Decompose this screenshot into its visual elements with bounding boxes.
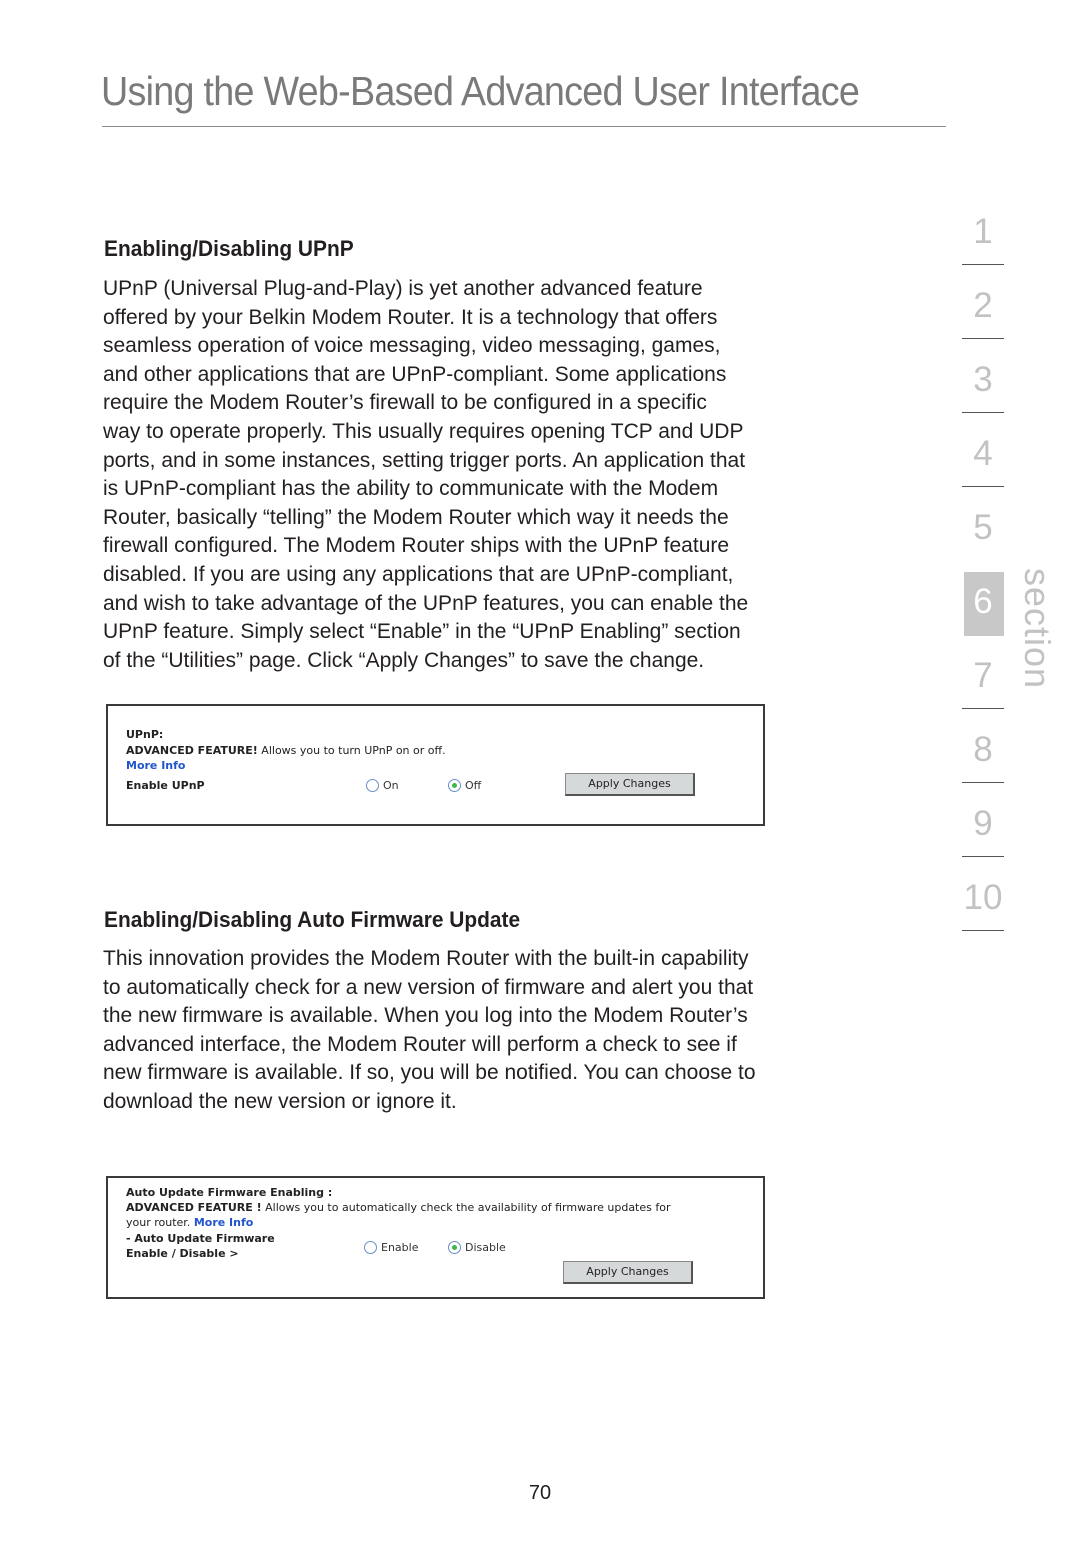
paragraph-line: UPnP feature. Simply select “Enable” in … bbox=[103, 620, 741, 644]
section-nav-item-2[interactable]: 2 bbox=[962, 286, 1004, 326]
firmware-radio-enable[interactable]: Enable bbox=[364, 1240, 418, 1254]
section-nav-item-5[interactable]: 5 bbox=[962, 508, 1004, 548]
section-nav-item-4[interactable]: 4 bbox=[962, 434, 1004, 474]
section-nav-divider bbox=[962, 708, 1004, 709]
paragraph-line: offered by your Belkin Modem Router. It … bbox=[103, 305, 718, 329]
paragraph-line: and wish to take advantage of the UPnP f… bbox=[103, 591, 749, 615]
advanced-feature-label: ADVANCED FEATURE! bbox=[126, 744, 258, 757]
paragraph-line: and other applications that are UPnP-com… bbox=[103, 362, 727, 386]
firmware-panel-title: Auto Update Firmware Enabling : bbox=[126, 1186, 333, 1199]
section-nav-number: 10 bbox=[963, 878, 1003, 917]
page-number: 70 bbox=[528, 1482, 552, 1504]
title-divider bbox=[102, 126, 946, 127]
paragraph-line: new firmware is available. If so, you wi… bbox=[103, 1061, 756, 1085]
section-nav-number: 7 bbox=[973, 656, 993, 695]
section-nav-item-1[interactable]: 1 bbox=[962, 212, 1004, 252]
section-nav-divider bbox=[962, 412, 1004, 413]
upnp-panel-title: UPnP: bbox=[126, 728, 164, 741]
advanced-feature-text: Allows you to automatically check the av… bbox=[261, 1201, 671, 1214]
enable-disable-label: Enable / Disable > bbox=[126, 1247, 239, 1260]
radio-disable-selected-icon[interactable] bbox=[448, 1240, 461, 1254]
upnp-radio-off[interactable]: Off bbox=[448, 778, 481, 792]
firmware-more-info-link[interactable]: More Info bbox=[194, 1216, 254, 1229]
paragraph-line: UPnP (Universal Plug-and-Play) is yet an… bbox=[103, 277, 703, 300]
firmware-settings-screenshot: Auto Update Firmware Enabling : ADVANCED… bbox=[106, 1176, 765, 1299]
section-nav-number: 3 bbox=[973, 360, 993, 399]
radio-off-selected-icon[interactable] bbox=[448, 778, 461, 792]
firmware-paragraph: This innovation provides the Modem Route… bbox=[103, 945, 756, 1117]
paragraph-line: download the new version or ignore it. bbox=[103, 1089, 457, 1113]
section-nav-item-7[interactable]: 7 bbox=[962, 656, 1004, 696]
paragraph-line: ports, and in some instances, setting tr… bbox=[103, 448, 746, 472]
section-nav-divider bbox=[962, 782, 1004, 783]
paragraph-line: Router, basically “telling” the Modem Ro… bbox=[103, 505, 729, 529]
section-nav-number: 1 bbox=[973, 212, 993, 251]
section-nav-item-8[interactable]: 8 bbox=[962, 730, 1004, 770]
advanced-feature-text: Allows you to turn UPnP on or off. bbox=[257, 744, 446, 757]
section-nav-item-10[interactable]: 10 bbox=[962, 878, 1004, 918]
upnp-paragraph: UPnP (Universal Plug-and-Play) is yet an… bbox=[103, 275, 748, 675]
enable-upnp-label: Enable UPnP bbox=[126, 779, 205, 792]
section-nav-number: 5 bbox=[973, 508, 993, 547]
section-nav-item-3[interactable]: 3 bbox=[962, 360, 1004, 400]
auto-update-label: - Auto Update Firmware bbox=[126, 1232, 275, 1245]
upnp-apply-changes-button[interactable]: Apply Changes bbox=[565, 773, 695, 796]
firmware-panel-description: ADVANCED FEATURE ! Allows you to automat… bbox=[126, 1201, 671, 1214]
section-nav-divider bbox=[962, 264, 1004, 265]
upnp-panel-description: ADVANCED FEATURE! Allows you to turn UPn… bbox=[126, 744, 446, 757]
upnp-settings-screenshot: UPnP: ADVANCED FEATURE! Allows you to tu… bbox=[106, 704, 765, 826]
paragraph-line: firewall configured. The Modem Router sh… bbox=[103, 534, 730, 558]
paragraph-line: advanced interface, the Modem Router wil… bbox=[103, 1032, 737, 1056]
paragraph-line: of the “Utilities” page. Click “Apply Ch… bbox=[103, 648, 705, 672]
paragraph-line: is UPnP-compliant has the ability to com… bbox=[103, 477, 719, 501]
upnp-more-info-link[interactable]: More Info bbox=[126, 759, 186, 772]
paragraph-line: seamless operation of voice messaging, v… bbox=[103, 334, 721, 358]
section-nav-divider bbox=[962, 930, 1004, 931]
section-heading-upnp: Enabling/Disabling UPnP bbox=[104, 236, 354, 261]
paragraph-line: disabled. If you are using any applicati… bbox=[103, 562, 734, 586]
section-nav-number: 4 bbox=[973, 434, 993, 473]
section-nav-divider bbox=[962, 338, 1004, 339]
radio-on-icon[interactable] bbox=[366, 778, 379, 792]
paragraph-line: This innovation provides the Modem Route… bbox=[103, 947, 749, 970]
section-nav-divider bbox=[962, 856, 1004, 857]
firmware-radio-disable[interactable]: Disable bbox=[448, 1240, 506, 1254]
radio-enable-icon[interactable] bbox=[364, 1240, 377, 1254]
section-nav-item-6[interactable]: 6 bbox=[962, 582, 1004, 622]
section-heading-firmware: Enabling/Disabling Auto Firmware Update bbox=[104, 907, 521, 932]
description-text: your router. bbox=[126, 1216, 194, 1229]
paragraph-line: the new firmware is available. When you … bbox=[103, 1004, 748, 1028]
upnp-radio-on[interactable]: On bbox=[366, 778, 399, 792]
section-nav-number: 2 bbox=[973, 286, 993, 325]
paragraph-line: require the Modem Router’s firewall to b… bbox=[103, 391, 707, 415]
section-nav-number: 8 bbox=[973, 730, 993, 769]
section-nav-divider bbox=[962, 486, 1004, 487]
section-label: section bbox=[1017, 568, 1058, 690]
section-nav-number: 6 bbox=[973, 582, 993, 621]
section-nav-number: 9 bbox=[973, 804, 993, 843]
firmware-apply-changes-button[interactable]: Apply Changes bbox=[563, 1261, 693, 1284]
paragraph-line: to automatically check for a new version… bbox=[103, 975, 754, 999]
firmware-panel-description-cont: your router. More Info bbox=[126, 1216, 253, 1229]
paragraph-line: way to operate properly. This usually re… bbox=[103, 419, 744, 443]
page-title: Using the Web-Based Advanced User Interf… bbox=[101, 68, 860, 114]
advanced-feature-label: ADVANCED FEATURE ! bbox=[126, 1201, 262, 1214]
section-nav-item-9[interactable]: 9 bbox=[962, 804, 1004, 844]
